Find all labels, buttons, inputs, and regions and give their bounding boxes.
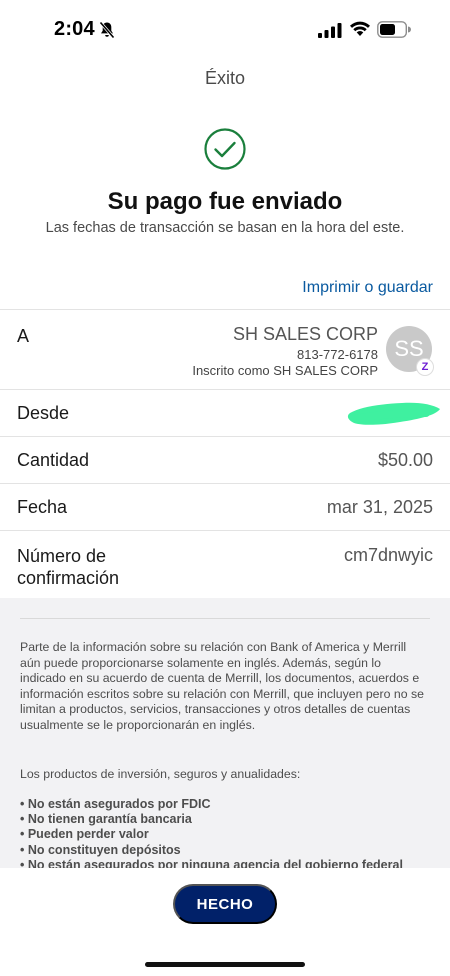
footer: HECHO: [0, 868, 450, 976]
amount-value: $50.00: [377, 450, 433, 470]
recipient-row: A SH SALES CORP 813-772-6178 Inscrito co…: [0, 310, 450, 390]
investment-disclosure-list: • No están asegurados por FDIC • No tien…: [20, 797, 440, 868]
disclosure-bullet: • No están asegurados por ninguna agenci…: [20, 857, 403, 868]
cellular-signal-icon: [318, 23, 342, 38]
disclosure-bullet: • No están asegurados por FDIC: [20, 797, 211, 811]
zelle-badge-icon: Z: [416, 358, 434, 376]
success-check-icon: [204, 128, 246, 170]
recipient-label: A: [17, 326, 30, 346]
status-bar: 2:04: [0, 0, 450, 58]
language-disclosure: Parte de la información sobre su relació…: [20, 640, 424, 732]
recipient-phone: 813-772-6178: [297, 347, 378, 362]
date-value: mar 31, 2025: [326, 497, 433, 517]
date-row: Fecha mar 31, 2025: [0, 484, 450, 531]
payment-details: A SH SALES CORP 813-772-6178 Inscrito co…: [0, 309, 450, 599]
confirmation-row: Número de confirmación cm7dnwyic: [0, 531, 450, 599]
disclosure-divider: [20, 618, 430, 619]
wifi-icon: [350, 21, 370, 36]
investment-disclosure-intro: Los productos de inversión, seguros y an…: [20, 767, 301, 781]
home-indicator[interactable]: [145, 962, 305, 967]
done-button[interactable]: HECHO: [173, 884, 277, 924]
disclosure-bullet: • No tienen garantía bancaria: [20, 812, 192, 827]
print-or-save-link[interactable]: Imprimir o guardar: [302, 279, 433, 297]
bell-slash-icon: [99, 21, 115, 39]
status-time: 2:04: [54, 18, 95, 40]
amount-row: Cantidad $50.00: [0, 437, 450, 484]
redaction-mark: [347, 402, 440, 425]
disclosure-bullet: • Pueden perder valor: [20, 827, 149, 842]
confirmation-headline: Su pago fue enviado: [107, 188, 343, 215]
sender-label: Desde: [17, 403, 70, 423]
date-label: Fecha: [17, 497, 68, 517]
recipient-name: SH SALES CORP: [232, 324, 378, 344]
battery-icon: [377, 21, 411, 38]
confirmation-number: cm7dnwyic: [343, 545, 433, 565]
page-title: Éxito: [204, 68, 246, 88]
recipient-enrolled-as: Inscrito como SH SALES CORP: [192, 363, 378, 378]
confirmation-label: Número de confirmación: [17, 546, 120, 588]
timezone-note: Las fechas de transacción se basan en la…: [45, 220, 405, 236]
disclosure-bullet: • No constituyen depósitos: [20, 842, 181, 857]
legal-disclosure[interactable]: Parte de la información sobre su relació…: [0, 598, 450, 868]
amount-label: Cantidad: [17, 450, 90, 470]
sender-row: Desde: [0, 390, 450, 437]
